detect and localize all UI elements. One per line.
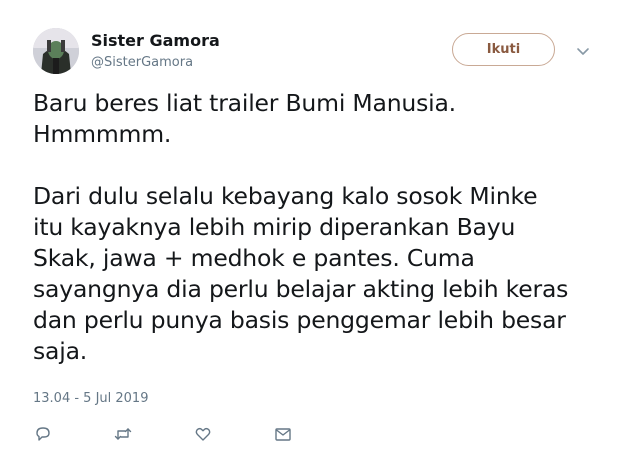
avatar[interactable] bbox=[33, 28, 79, 74]
tweet-card: Sister Gamora @SisterGamora Ikuti Baru b… bbox=[0, 0, 626, 459]
reply-icon[interactable] bbox=[33, 424, 53, 444]
heart-icon[interactable] bbox=[193, 424, 213, 444]
display-name[interactable]: Sister Gamora bbox=[91, 31, 220, 50]
tweet-paragraph-1: Baru beres liat trailer Bumi Manusia. Hm… bbox=[33, 89, 456, 148]
user-handle[interactable]: @SisterGamora bbox=[91, 55, 193, 70]
retweet-icon[interactable] bbox=[113, 424, 133, 444]
envelope-icon[interactable] bbox=[273, 424, 293, 444]
chevron-down-icon[interactable] bbox=[575, 43, 591, 57]
tweet-paragraph-2: Dari dulu selalu kebayang kalo sosok Min… bbox=[33, 182, 569, 365]
follow-button[interactable]: Ikuti bbox=[452, 33, 555, 66]
avatar-image bbox=[33, 28, 79, 74]
tweet-text: Baru beres liat trailer Bumi Manusia. Hm… bbox=[33, 88, 618, 367]
tweet-timestamp[interactable]: 13.04 - 5 Jul 2019 bbox=[33, 391, 148, 406]
